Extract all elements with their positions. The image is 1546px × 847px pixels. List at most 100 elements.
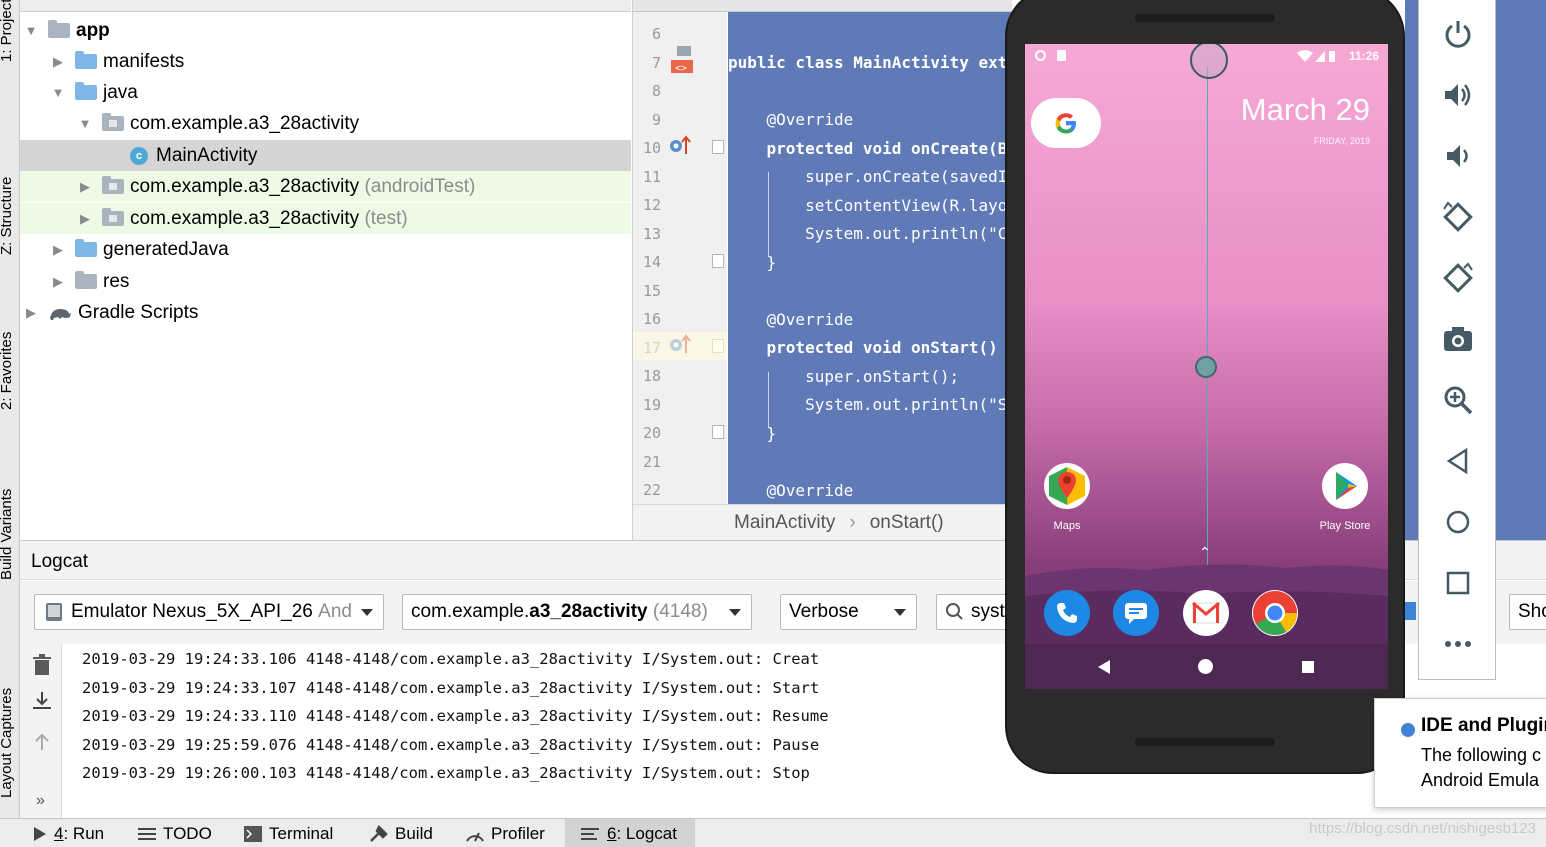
tree-item-package-androidtest[interactable]: ▶ com.example.a3_28activity (androidTest… [20, 171, 631, 202]
log-level: Verbose [789, 601, 859, 622]
code-editor[interactable]: 6 7 8 9 10 11 12 13 14 15 16 17 18 19 20… [632, 0, 1012, 540]
breadcrumb-class[interactable]: MainActivity [734, 512, 835, 534]
code-selection[interactable]: public class MainActivity exte @Override… [728, 12, 1012, 504]
tab-todo[interactable]: TODO [138, 819, 212, 847]
fold-marker-icon[interactable] [712, 140, 724, 154]
line-number: 16 [642, 310, 661, 328]
tree-item-res[interactable]: ▶ res [20, 266, 631, 297]
nav-back-icon[interactable] [1098, 660, 1110, 674]
tree-item-label: java [103, 81, 138, 103]
line-number: 20 [642, 424, 661, 442]
messages-app[interactable] [1113, 590, 1159, 636]
chevron-down-icon[interactable]: ▼ [51, 85, 65, 100]
log-search-input[interactable]: syst [936, 594, 1016, 630]
power-button[interactable] [1419, 10, 1497, 58]
notification-body: Android Emula [1421, 770, 1540, 790]
tree-item-java[interactable]: ▼ java [20, 77, 631, 108]
volume-up-button[interactable] [1419, 71, 1497, 119]
layout-captures-tool-tab[interactable]: Layout Captures [0, 688, 19, 815]
regex-checkbox[interactable] [1402, 602, 1416, 620]
zoom-button[interactable] [1419, 376, 1497, 424]
touch-indicator [1195, 356, 1217, 378]
tab-profiler[interactable]: Profiler [465, 819, 545, 847]
show-only-select[interactable]: Sho [1509, 594, 1546, 630]
tree-item-suffix: (test) [364, 207, 408, 229]
info-icon [1401, 723, 1415, 737]
phone-screen[interactable]: 11:26 March 29 FRIDAY, 2019 Maps Play St… [1025, 44, 1388, 689]
tree-item-mainactivity[interactable]: c MainActivity [20, 140, 631, 171]
process-select[interactable]: com.example. a3_28activity (4148) [402, 594, 752, 630]
home-date[interactable]: March 29 [1241, 92, 1370, 128]
log-line: 2019-03-29 19:24:33.106 4148-4148/com.ex… [82, 650, 820, 668]
tree-item-app[interactable]: ▼ app [20, 15, 631, 46]
maps-app[interactable] [1043, 462, 1091, 510]
chevron-right-icon[interactable]: ▶ [51, 242, 65, 258]
tree-item-generatedjava[interactable]: ▶ generatedJava [20, 234, 631, 265]
screenshot-button[interactable] [1419, 315, 1497, 363]
up-arrow-icon[interactable] [32, 732, 52, 752]
fold-marker-icon[interactable] [712, 254, 724, 268]
layout-file-icon[interactable]: <> [671, 46, 697, 74]
chevron-right-icon[interactable]: ▶ [51, 274, 65, 290]
tree-item-gradle-scripts[interactable]: ▶ Gradle Scripts [20, 297, 631, 328]
terminal-icon [244, 825, 262, 842]
scroll-to-end-icon[interactable] [31, 690, 53, 712]
overview-button[interactable] [1419, 559, 1497, 607]
editor-gutter: 6 7 8 9 10 11 12 13 14 15 16 17 18 19 20… [633, 12, 727, 504]
favorites-tool-tab[interactable]: 2: Favorites [0, 332, 19, 427]
tab-build[interactable]: Build [369, 819, 433, 847]
play-store-icon [1322, 463, 1368, 509]
nav-home-icon[interactable] [1198, 659, 1213, 674]
code-line: @Override [728, 310, 854, 329]
notification-title: IDE and Plugin [1421, 715, 1546, 736]
line-number: 15 [642, 282, 661, 300]
chevron-right-icon[interactable]: ▶ [51, 54, 65, 70]
tree-item-label: com.example.a3_28activity [130, 207, 360, 229]
chevron-down-icon[interactable]: ▼ [24, 23, 38, 38]
breadcrumb-method[interactable]: onStart() [870, 512, 944, 534]
more-icon[interactable]: » [36, 792, 45, 810]
trash-icon[interactable] [32, 654, 52, 676]
tab-logcat[interactable]: 6: Logcat [565, 819, 695, 847]
class-icon: c [130, 146, 148, 165]
google-search-widget[interactable] [1031, 98, 1101, 148]
more-button[interactable] [1419, 620, 1497, 668]
tab-terminal[interactable]: Terminal [244, 819, 333, 847]
chevron-down-icon[interactable]: ▼ [78, 116, 92, 131]
update-notification[interactable]: IDE and Plugin The following c Android E… [1374, 698, 1546, 808]
line-number: 6 [651, 25, 661, 43]
fold-marker-icon[interactable] [712, 425, 724, 439]
rotate-right-button[interactable] [1419, 254, 1497, 302]
log-level-select[interactable]: Verbose [780, 594, 917, 630]
tree-item-package-test[interactable]: ▶ com.example.a3_28activity (test) [20, 203, 631, 234]
device-select[interactable]: Emulator Nexus_5X_API_26 And [34, 594, 384, 630]
home-button[interactable] [1419, 498, 1497, 546]
chevron-right-icon[interactable]: ▶ [78, 179, 92, 195]
project-tool-tab[interactable]: 1: Project [0, 0, 19, 79]
notification-icon [1035, 50, 1046, 61]
back-button[interactable] [1419, 437, 1497, 485]
tree-item-package[interactable]: ▼ com.example.a3_28activity [20, 108, 631, 139]
chevron-right-icon[interactable]: ▶ [78, 211, 92, 227]
generated-folder-icon [75, 239, 97, 257]
rotate-left-button[interactable] [1419, 193, 1497, 241]
volume-down-button[interactable] [1419, 132, 1497, 180]
chrome-app[interactable] [1252, 590, 1298, 636]
log-line: 2019-03-29 19:26:00.103 4148-4148/com.ex… [82, 764, 810, 782]
chevron-down-icon [361, 609, 373, 616]
chevron-right-icon[interactable]: ▶ [24, 305, 38, 321]
phone-app[interactable] [1044, 590, 1090, 636]
status-time: 11:26 [1349, 49, 1380, 63]
override-icon[interactable] [669, 134, 693, 156]
tree-item-manifests[interactable]: ▶ manifests [20, 46, 631, 77]
gmail-app[interactable] [1183, 590, 1229, 636]
process-name: a3_28activity [529, 601, 648, 622]
line-number: 18 [642, 367, 661, 385]
structure-tool-tab[interactable]: Z: Structure [0, 177, 19, 272]
nav-overview-icon[interactable] [1302, 661, 1314, 673]
folder-icon [75, 82, 97, 100]
tab-run[interactable]: 4: Run [32, 819, 104, 847]
build-variants-tool-tab[interactable]: Build Variants [0, 489, 19, 597]
play-store-app[interactable] [1321, 462, 1369, 510]
notification-body: The following c [1421, 745, 1542, 765]
